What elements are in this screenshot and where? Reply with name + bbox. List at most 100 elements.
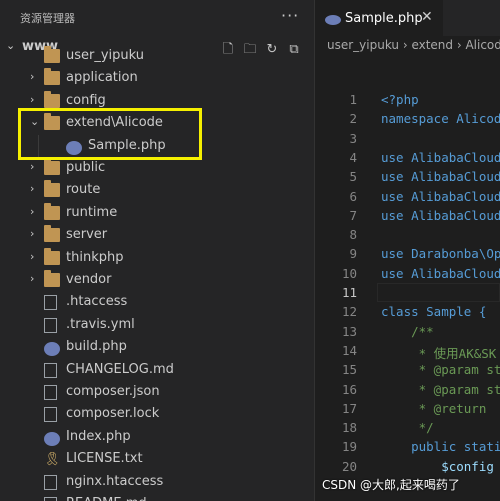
code-text: use AlibabaCloud\ bbox=[381, 207, 500, 223]
code-line[interactable]: 17 * @return bbox=[315, 399, 500, 418]
tree-folder[interactable]: › runtime bbox=[0, 202, 314, 224]
folder-icon bbox=[44, 247, 60, 265]
folder-icon bbox=[44, 225, 60, 243]
tree-item-label: vendor bbox=[66, 272, 112, 287]
editor-area: Sample.php ✕ user_yipuku › extend › Alic… bbox=[315, 0, 500, 501]
code-text: use AlibabaCloud\ bbox=[381, 149, 500, 165]
code-text: namespace Alicode; bbox=[381, 111, 500, 127]
tree-item-label: README.md bbox=[66, 496, 147, 501]
line-number: 8 bbox=[349, 227, 357, 243]
code-line[interactable]: 12 class Sample { bbox=[315, 302, 500, 321]
tree-file[interactable]: README.md bbox=[0, 493, 314, 501]
code-line[interactable]: 11 bbox=[315, 283, 500, 302]
tab-sample-php[interactable]: Sample.php ✕ bbox=[315, 0, 443, 37]
tree-folder[interactable]: › vendor bbox=[0, 269, 314, 291]
code-line[interactable]: 7 use AlibabaCloud\ bbox=[315, 206, 500, 225]
code-line[interactable]: 19 public stati bbox=[315, 437, 500, 456]
tree-file[interactable]: .htaccess bbox=[0, 291, 314, 313]
chevron-right-icon: › bbox=[30, 160, 35, 173]
code-line[interactable]: 20 $config bbox=[315, 457, 500, 476]
line-number: 20 bbox=[341, 458, 357, 474]
folder-icon bbox=[44, 180, 60, 198]
tree-file[interactable]: nginx.htaccess bbox=[0, 471, 314, 493]
tree-folder[interactable]: › server bbox=[0, 224, 314, 246]
line-number: 6 bbox=[349, 188, 357, 204]
code-text: */ bbox=[381, 420, 434, 436]
code-line[interactable]: 3 bbox=[315, 129, 500, 148]
tree-item-label: server bbox=[66, 227, 108, 243]
php-file-icon bbox=[325, 15, 341, 25]
tree-file[interactable]: composer.lock bbox=[0, 403, 314, 425]
code-line[interactable]: 4 use AlibabaCloud\ bbox=[315, 148, 500, 167]
folder-icon bbox=[44, 202, 60, 220]
line-number: 9 bbox=[349, 246, 357, 262]
php-file-icon bbox=[44, 431, 60, 446]
close-icon[interactable]: ✕ bbox=[421, 9, 433, 25]
tree-item-label: CHANGELOG.md bbox=[66, 361, 174, 377]
code-line[interactable]: 10 use AlibabaCloud\ bbox=[315, 264, 500, 283]
tree-folder[interactable]: › route bbox=[0, 179, 314, 201]
tree-file[interactable]: build.php bbox=[0, 336, 314, 358]
code-line[interactable]: 15 * @param st bbox=[315, 360, 500, 379]
tree-folder[interactable]: › application bbox=[0, 67, 314, 89]
folder-icon bbox=[44, 46, 60, 63]
code-text: <?php bbox=[381, 92, 419, 107]
code-line[interactable]: 5 use AlibabaCloud\ bbox=[315, 167, 500, 186]
code-text: * @return bbox=[381, 400, 487, 416]
php-file-icon bbox=[44, 342, 60, 357]
tree-item-label: Sample.php bbox=[88, 137, 166, 153]
file-icon bbox=[44, 407, 57, 423]
code-line[interactable]: 9 use Darabonba\Ope bbox=[315, 244, 500, 263]
line-number: 12 bbox=[341, 304, 357, 320]
line-number: 15 bbox=[341, 362, 357, 378]
explorer-title: 资源管理器 bbox=[20, 12, 75, 25]
tree-item-label: composer.json bbox=[66, 384, 160, 399]
code-text: use AlibabaCloud\ bbox=[381, 188, 500, 204]
code-text: * @param st bbox=[381, 362, 500, 378]
watermark: CSDN @大郎,起来喝药了 bbox=[322, 478, 460, 492]
line-number: 19 bbox=[341, 439, 357, 455]
file-icon bbox=[44, 385, 57, 400]
tree-file[interactable]: composer.json bbox=[0, 381, 314, 403]
code-text: class Sample { bbox=[381, 304, 487, 320]
code-line[interactable]: 6 use AlibabaCloud\ bbox=[315, 187, 500, 206]
code-line[interactable]: 8 bbox=[315, 225, 500, 244]
current-line-highlight bbox=[377, 283, 500, 302]
tree-folder[interactable]: › thinkphp bbox=[0, 247, 314, 269]
file-icon bbox=[44, 362, 57, 378]
tree-item-label: runtime bbox=[66, 204, 118, 220]
tree-item-label: config bbox=[66, 92, 106, 108]
tree-file[interactable]: Index.php bbox=[0, 426, 314, 448]
file-icon bbox=[44, 497, 57, 501]
code-line[interactable]: 13 /** bbox=[315, 322, 500, 341]
folder-icon bbox=[44, 158, 60, 175]
tree-folder[interactable]: › config bbox=[0, 90, 314, 112]
more-actions-icon[interactable]: ··· bbox=[281, 6, 299, 25]
tree-folder[interactable]: ⌄ extend\Alicode bbox=[0, 112, 314, 134]
line-number: 10 bbox=[341, 265, 357, 281]
code-line[interactable]: 18 */ bbox=[315, 418, 500, 437]
breadcrumb[interactable]: user_yipuku › extend › Alicode bbox=[327, 38, 500, 52]
code-text: use Darabonba\Ope bbox=[381, 246, 500, 262]
chevron-right-icon: › bbox=[30, 70, 35, 84]
folder-icon bbox=[44, 90, 60, 108]
line-number: 5 bbox=[349, 169, 357, 185]
tree-folder[interactable]: › public bbox=[0, 157, 314, 179]
line-number: 4 bbox=[349, 149, 357, 165]
code-line[interactable]: 2 namespace Alicode; bbox=[315, 109, 500, 128]
tree-file[interactable]: Sample.php bbox=[0, 134, 314, 157]
tree-folder[interactable]: user_yipuku bbox=[0, 45, 314, 67]
folder-icon bbox=[44, 270, 60, 287]
line-number: 1 bbox=[349, 92, 357, 107]
tree-file[interactable]: CHANGELOG.md bbox=[0, 359, 314, 381]
php-file-icon bbox=[66, 140, 82, 155]
code-text: use AlibabaCloud\ bbox=[381, 265, 500, 281]
code-line[interactable]: 14 * 使用AK&SK bbox=[315, 341, 500, 361]
line-number: 13 bbox=[341, 323, 357, 339]
code-line[interactable]: 1 <?php bbox=[315, 90, 500, 109]
line-number: 2 bbox=[349, 111, 357, 127]
tab-label: Sample.php bbox=[345, 11, 423, 26]
tree-file[interactable]: 🎗 LICENSE.txt bbox=[0, 448, 314, 470]
tree-file[interactable]: .travis.yml bbox=[0, 314, 314, 336]
code-line[interactable]: 16 * @param st bbox=[315, 380, 500, 399]
